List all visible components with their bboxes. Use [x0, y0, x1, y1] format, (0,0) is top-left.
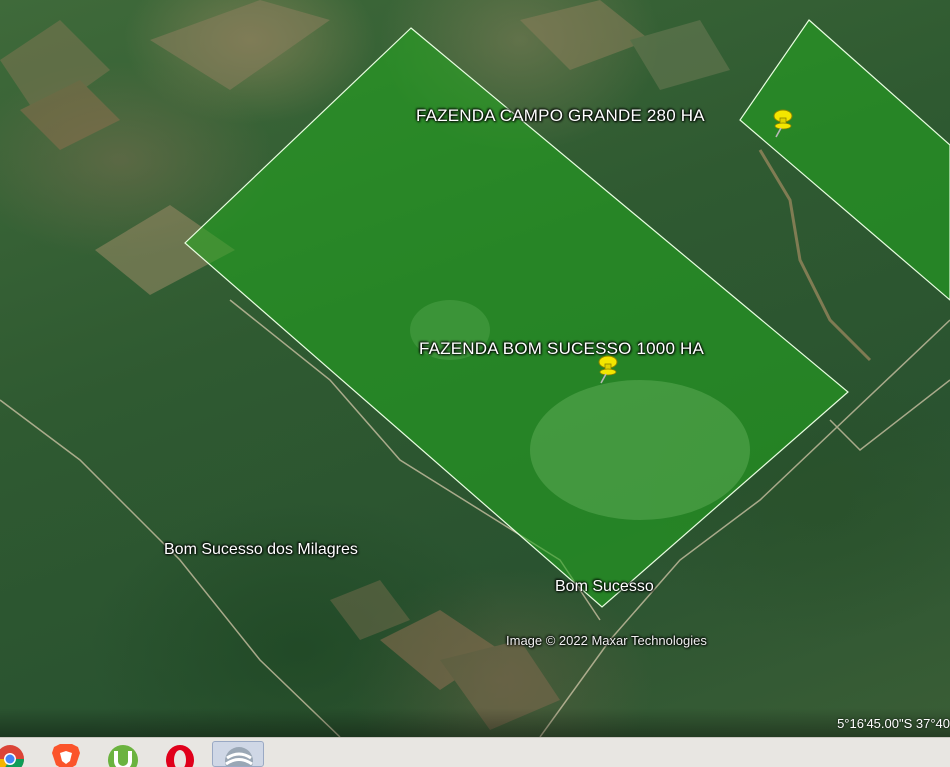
place-label-bom-sucesso[interactable]: Bom Sucesso — [555, 578, 654, 596]
farm-polygon-campo-grande[interactable] — [739, 19, 950, 301]
taskbar — [0, 737, 950, 767]
google-earth-icon — [225, 747, 253, 766]
clearing-patch — [530, 380, 750, 520]
utorrent-icon — [108, 745, 138, 767]
coordinate-readout: 5°16'45.00"S 37°40 — [837, 716, 950, 731]
chrome-icon — [0, 745, 24, 767]
farm-label-bom-sucesso[interactable]: FAZENDA BOM SUCESSO 1000 HA — [419, 339, 704, 359]
status-bar — [0, 708, 950, 737]
taskbar-app-opera[interactable] — [154, 741, 206, 767]
yellow-pushpin-icon[interactable] — [768, 108, 796, 138]
yellow-pushpin-icon[interactable] — [593, 354, 621, 384]
taskbar-app-utorrent[interactable] — [97, 741, 149, 767]
taskbar-app-chrome[interactable] — [0, 741, 34, 767]
opera-icon — [166, 745, 194, 767]
farm-label-campo-grande[interactable]: FAZENDA CAMPO GRANDE 280 HA — [416, 106, 705, 126]
place-label-bom-sucesso-dos-milagres[interactable]: Bom Sucesso dos Milagres — [164, 541, 358, 559]
taskbar-app-google-earth[interactable] — [212, 741, 264, 767]
brave-icon — [52, 744, 80, 767]
imagery-credit: Image © 2022 Maxar Technologies — [506, 633, 707, 648]
satellite-map-view[interactable]: FAZENDA CAMPO GRANDE 280 HA FAZENDA BOM … — [0, 0, 950, 737]
taskbar-app-brave[interactable] — [40, 741, 92, 767]
